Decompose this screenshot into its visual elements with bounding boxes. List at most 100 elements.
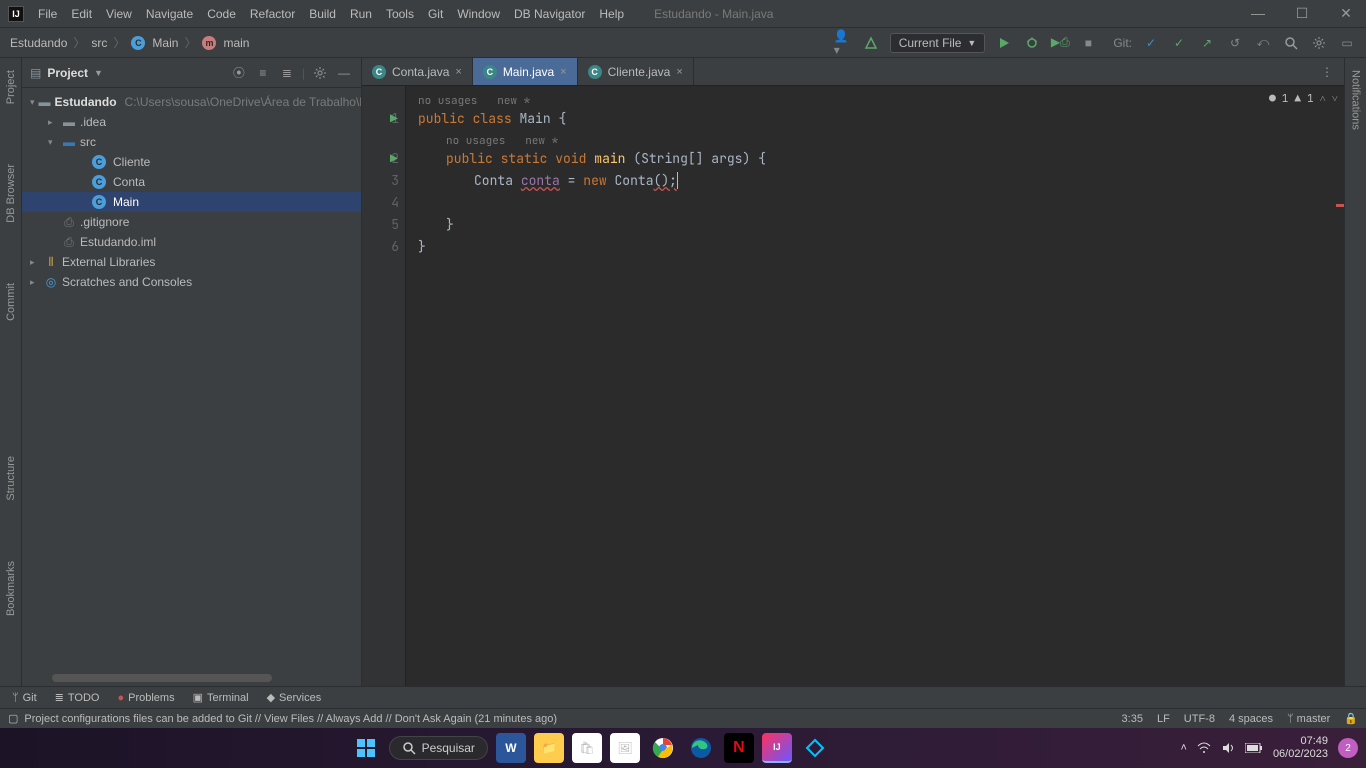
tree-file-cliente[interactable]: C Cliente bbox=[22, 152, 361, 172]
tree-idea[interactable]: ▸ ▬ .idea bbox=[22, 112, 361, 132]
git-push-icon[interactable]: ↗ bbox=[1198, 34, 1216, 52]
taskbar-store[interactable]: 🛍 bbox=[572, 733, 602, 763]
taskbar-word[interactable]: W bbox=[496, 733, 526, 763]
chevron-down-icon[interactable]: ▼ bbox=[94, 68, 103, 78]
stop-button[interactable]: ■ bbox=[1079, 34, 1097, 52]
taskbar-netflix[interactable]: N bbox=[724, 733, 754, 763]
menu-file[interactable]: File bbox=[38, 7, 57, 21]
minimize-button[interactable]: — bbox=[1246, 5, 1270, 22]
bottom-git[interactable]: ᛘGit bbox=[12, 692, 37, 704]
menu-help[interactable]: Help bbox=[599, 7, 624, 21]
run-gutter-icon[interactable]: ▶ bbox=[390, 108, 398, 130]
taskbar-intellij[interactable]: IJ bbox=[762, 733, 792, 763]
cwm-icon[interactable]: 👤▾ bbox=[834, 34, 852, 52]
menu-refactor[interactable]: Refactor bbox=[250, 7, 295, 21]
tree-file-main[interactable]: C Main bbox=[22, 192, 361, 212]
maximize-button[interactable]: ☐ bbox=[1290, 5, 1314, 22]
tree-iml[interactable]: ⎙ Estudando.iml bbox=[22, 232, 361, 252]
crumb-class[interactable]: Main bbox=[152, 36, 178, 50]
line-ending[interactable]: LF bbox=[1157, 713, 1170, 725]
git-history-icon[interactable]: ↺ bbox=[1226, 34, 1244, 52]
git-rollback-icon[interactable]: ⤺ bbox=[1254, 34, 1272, 52]
git-update-icon[interactable]: ✓ bbox=[1142, 34, 1160, 52]
menu-edit[interactable]: Edit bbox=[71, 7, 92, 21]
menu-view[interactable]: View bbox=[106, 7, 132, 21]
menu-tools[interactable]: Tools bbox=[386, 7, 414, 21]
gear-icon[interactable] bbox=[311, 64, 329, 82]
run-gutter-icon[interactable]: ▶ bbox=[390, 148, 398, 170]
tree-ext-lib[interactable]: ▸ ⫴ External Libraries bbox=[22, 252, 361, 272]
close-icon[interactable]: × bbox=[676, 66, 682, 78]
editor-body[interactable]: ●1 ▲1 ˄ ˅ ▶1 ▶2 3 4 5 6 no usages bbox=[362, 86, 1344, 686]
settings-icon[interactable] bbox=[1310, 34, 1328, 52]
git-commit-icon[interactable]: ✓ bbox=[1170, 34, 1188, 52]
tree-src[interactable]: ▾ ▬ src bbox=[22, 132, 361, 152]
menu-run[interactable]: Run bbox=[350, 7, 372, 21]
crumb-src[interactable]: src bbox=[91, 36, 107, 50]
build-icon[interactable] bbox=[862, 34, 880, 52]
expand-icon[interactable]: ≡ bbox=[254, 64, 272, 82]
tray-battery-icon[interactable] bbox=[1245, 743, 1263, 753]
tool-notifications[interactable]: Notifications bbox=[1350, 70, 1362, 130]
tool-commit[interactable]: Commit bbox=[5, 283, 17, 321]
tray-volume-icon[interactable] bbox=[1221, 741, 1235, 755]
status-message-icon[interactable]: ▢ bbox=[8, 712, 18, 725]
taskbar-jetbrains[interactable] bbox=[800, 733, 830, 763]
tool-structure[interactable]: Structure bbox=[5, 456, 17, 501]
new-hint[interactable]: new * bbox=[497, 94, 530, 108]
close-button[interactable]: ✕ bbox=[1334, 5, 1358, 22]
tool-project[interactable]: Project bbox=[5, 70, 17, 104]
menu-code[interactable]: Code bbox=[207, 7, 236, 21]
menu-git[interactable]: Git bbox=[428, 7, 443, 21]
menu-build[interactable]: Build bbox=[309, 7, 336, 21]
close-icon[interactable]: × bbox=[560, 66, 566, 78]
menu-dbnav[interactable]: DB Navigator bbox=[514, 7, 585, 21]
line-gutter[interactable]: ▶1 ▶2 3 4 5 6 bbox=[362, 86, 406, 686]
tray-clock[interactable]: 07:49 06/02/2023 bbox=[1273, 735, 1328, 761]
lock-icon[interactable]: 🔒 bbox=[1344, 712, 1358, 725]
bottom-todo[interactable]: ≣TODO bbox=[55, 691, 100, 704]
caret-position[interactable]: 3:35 bbox=[1122, 713, 1143, 725]
collapse-icon[interactable]: ≣ bbox=[278, 64, 296, 82]
more-icon[interactable]: ⋮ bbox=[1318, 63, 1336, 81]
status-message[interactable]: Project configurations files can be adde… bbox=[24, 713, 557, 725]
bottom-terminal[interactable]: ▣Terminal bbox=[193, 691, 249, 704]
taskbar-photos[interactable]: 🖼 bbox=[610, 733, 640, 763]
bottom-services[interactable]: ◆Services bbox=[267, 691, 322, 704]
tab-cliente[interactable]: C Cliente.java × bbox=[578, 58, 694, 85]
run-button[interactable] bbox=[995, 34, 1013, 52]
search-icon[interactable] bbox=[1282, 34, 1300, 52]
close-icon[interactable]: × bbox=[455, 66, 461, 78]
taskbar-search[interactable]: Pesquisar bbox=[389, 736, 488, 760]
new-hint[interactable]: new * bbox=[525, 134, 558, 148]
indent-setting[interactable]: 4 spaces bbox=[1229, 713, 1273, 725]
git-branch[interactable]: ᛘ master bbox=[1287, 713, 1330, 725]
tray-notifications[interactable]: 2 bbox=[1338, 738, 1358, 758]
taskbar-explorer[interactable]: 📁 bbox=[534, 733, 564, 763]
hide-icon[interactable]: — bbox=[335, 64, 353, 82]
run-config-selector[interactable]: Current File ▼ bbox=[890, 33, 986, 53]
tree-file-conta[interactable]: C Conta bbox=[22, 172, 361, 192]
learn-icon[interactable]: ▭ bbox=[1338, 34, 1356, 52]
tree-scratches[interactable]: ▸ ◎ Scratches and Consoles bbox=[22, 272, 361, 292]
menu-navigate[interactable]: Navigate bbox=[146, 7, 193, 21]
taskbar-chrome[interactable] bbox=[648, 733, 678, 763]
crumb-project[interactable]: Estudando bbox=[10, 36, 67, 50]
taskbar-edge[interactable] bbox=[686, 733, 716, 763]
bottom-problems[interactable]: ●Problems bbox=[117, 692, 174, 704]
tree-root[interactable]: ▾ ▬ Estudando C:\Users\sousa\OneDrive\Ár… bbox=[22, 92, 361, 112]
project-hscrollbar[interactable] bbox=[52, 674, 272, 682]
tool-bookmarks[interactable]: Bookmarks bbox=[5, 561, 17, 616]
tray-wifi-icon[interactable] bbox=[1197, 741, 1211, 755]
tab-main[interactable]: C Main.java × bbox=[473, 58, 578, 85]
start-button[interactable] bbox=[351, 733, 381, 763]
code-area[interactable]: no usages new * public class Main { no u… bbox=[406, 86, 1344, 686]
tree-gitignore[interactable]: ⎙ .gitignore bbox=[22, 212, 361, 232]
locate-icon[interactable]: ⦿ bbox=[230, 64, 248, 82]
menu-window[interactable]: Window bbox=[457, 7, 500, 21]
file-encoding[interactable]: UTF-8 bbox=[1184, 713, 1215, 725]
tab-conta[interactable]: C Conta.java × bbox=[362, 58, 473, 85]
crumb-method[interactable]: main bbox=[223, 36, 249, 50]
usage-hint[interactable]: no usages bbox=[446, 134, 505, 148]
tool-db-browser[interactable]: DB Browser bbox=[5, 164, 17, 223]
